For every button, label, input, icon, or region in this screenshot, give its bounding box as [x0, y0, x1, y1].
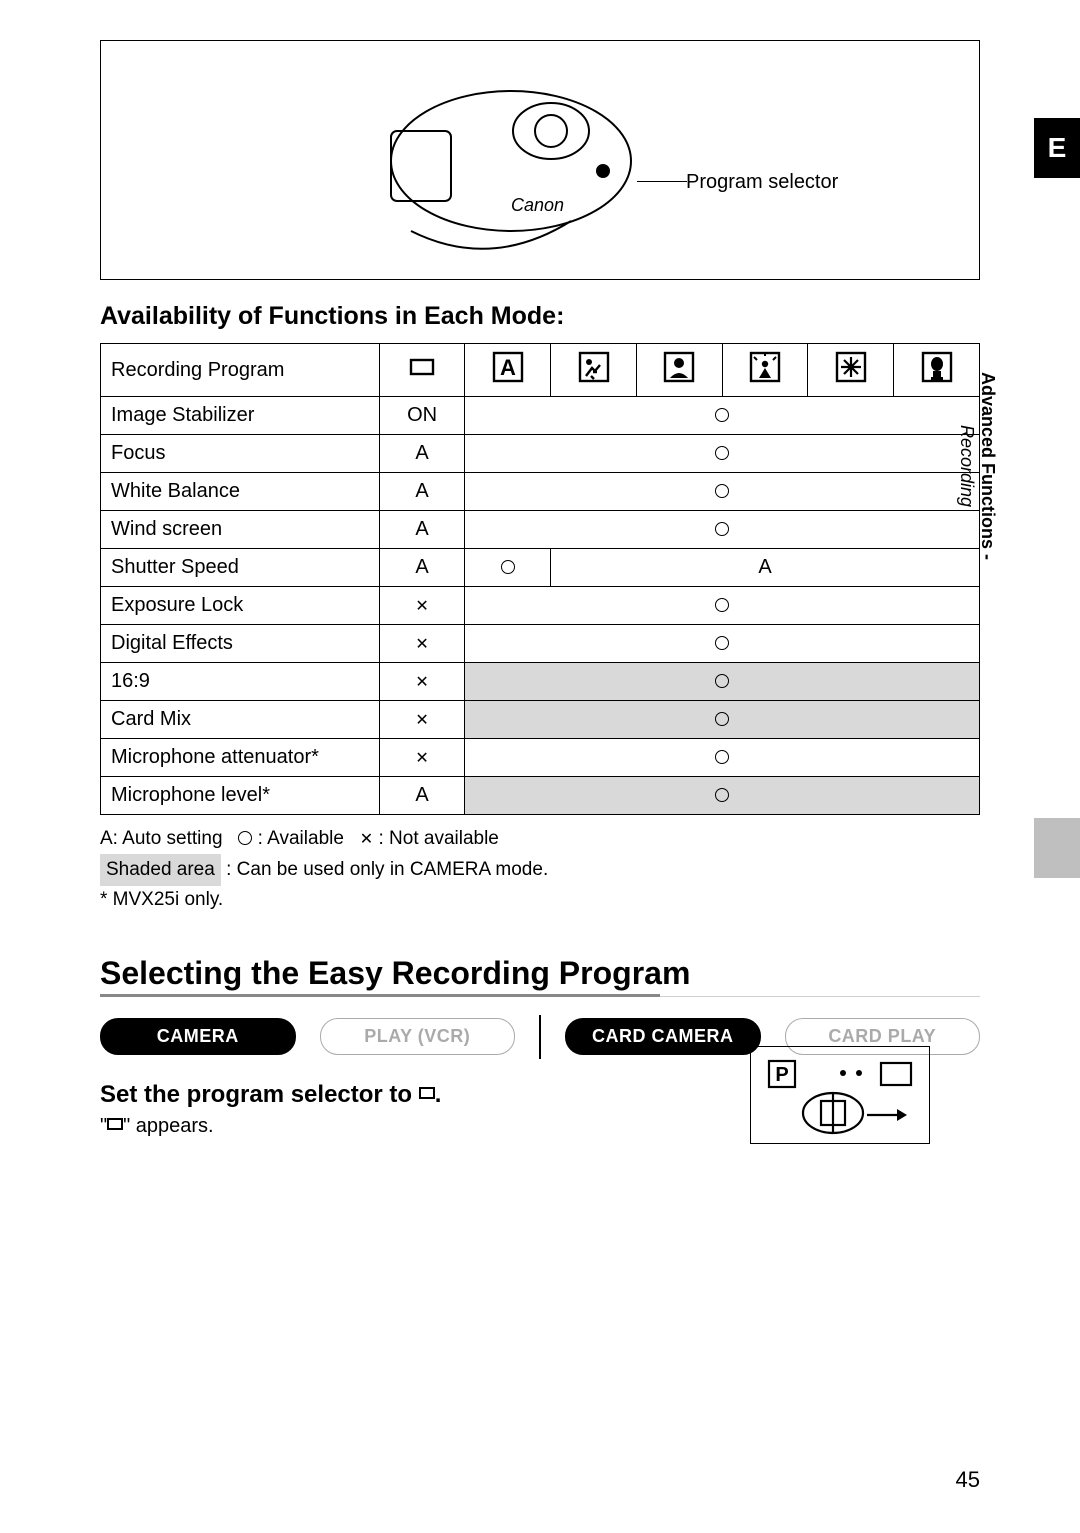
row-merged	[465, 397, 980, 435]
row-merged	[465, 663, 980, 701]
row-label: Microphone level*	[101, 777, 380, 815]
side-tabs: E	[1034, 118, 1080, 178]
mode-camera: CAMERA	[100, 1018, 296, 1055]
table-row: FocusA	[101, 435, 980, 473]
table-row: Image StabilizerON	[101, 397, 980, 435]
circle-icon	[238, 831, 252, 845]
row-col1: A	[379, 473, 465, 511]
legend-shaded-box: Shaded area	[100, 854, 221, 887]
section-title-easy-recording: Selecting the Easy Recording Program	[100, 955, 980, 997]
svg-text:P: P	[775, 1064, 788, 1086]
svg-text:A: A	[500, 355, 516, 380]
row-label: Focus	[101, 435, 380, 473]
legend-auto: A: Auto setting	[100, 828, 223, 849]
svg-text:Canon: Canon	[511, 195, 564, 215]
row-label: Microphone attenuator*	[101, 739, 380, 777]
row-col1: A	[379, 511, 465, 549]
table-row: Microphone level*A	[101, 777, 980, 815]
row-label: Image Stabilizer	[101, 397, 380, 435]
row-label: Wind screen	[101, 511, 380, 549]
legend-notavail: : Not available	[378, 828, 498, 849]
row-merged	[465, 777, 980, 815]
mode-separator	[539, 1015, 541, 1059]
section-side-label: Advanced Functions - Recording	[956, 372, 998, 560]
table-row: Microphone attenuator*	[101, 739, 980, 777]
camcorder-illustration: Canon	[351, 61, 641, 276]
row-merged	[465, 587, 980, 625]
row-col2	[465, 549, 551, 587]
row-merged	[465, 625, 980, 663]
function-availability-table: Recording Program A Image Stabi	[100, 343, 980, 815]
subheading-availability: Availability of Functions in Each Mode:	[100, 302, 980, 331]
tab-gray	[1034, 818, 1080, 878]
row-col1: A	[379, 777, 465, 815]
row-col1: A	[379, 549, 465, 587]
legend-available: : Available	[258, 828, 344, 849]
table-row: Digital Effects	[101, 625, 980, 663]
row-rest: A	[551, 549, 980, 587]
row-label: White Balance	[101, 473, 380, 511]
mode-card-camera: CARD CAMERA	[565, 1018, 761, 1055]
tab-letter: E	[1034, 118, 1080, 178]
mode-icon-sports	[551, 344, 637, 397]
callout-label: Program selector	[686, 171, 838, 194]
row-merged	[465, 701, 980, 739]
side-sub: Recording	[957, 425, 977, 507]
row-col1	[379, 701, 465, 739]
program-selector-drawing: P	[750, 1046, 930, 1144]
row-col1: A	[379, 435, 465, 473]
mode-icon-auto: A	[465, 344, 551, 397]
manual-page: E Advanced Functions - Recording Canon	[0, 0, 1080, 1533]
easy-mode-square-icon	[419, 1087, 435, 1099]
row-label: Digital Effects	[101, 625, 380, 663]
side-main: Advanced Functions	[978, 372, 998, 549]
legend-asterisk: * MVX25i only.	[100, 889, 223, 910]
row-label: Card Mix	[101, 701, 380, 739]
row-label: Exposure Lock	[101, 587, 380, 625]
callout-line	[637, 181, 687, 182]
table-row: Exposure Lock	[101, 587, 980, 625]
table-row: 16:9	[101, 663, 980, 701]
easy-mode-square-icon	[107, 1118, 123, 1130]
row-label: 16:9	[101, 663, 380, 701]
row-label: Shutter Speed	[101, 549, 380, 587]
row-col1	[379, 625, 465, 663]
table-row: Card Mix	[101, 701, 980, 739]
row-merged	[465, 511, 980, 549]
illustration-box: Canon Program selector	[100, 40, 980, 280]
row-merged	[465, 739, 980, 777]
table-legend: A: Auto setting : Available : Not availa…	[100, 825, 980, 915]
mode-icon-easy	[379, 344, 465, 397]
mode-play-vcr: PLAY (VCR)	[320, 1018, 516, 1055]
mode-icon-spotlight	[722, 344, 808, 397]
row-col1: ON	[379, 397, 465, 435]
mode-icon-sand-snow	[808, 344, 894, 397]
table-row: Shutter SpeedAA	[101, 549, 980, 587]
legend-shaded-text: : Can be used only in CAMERA mode.	[226, 859, 548, 880]
row-col1	[379, 587, 465, 625]
table-row: Wind screenA	[101, 511, 980, 549]
row-col1	[379, 663, 465, 701]
mode-icon-portrait	[636, 344, 722, 397]
row-col1	[379, 739, 465, 777]
row-merged	[465, 435, 980, 473]
row-merged	[465, 473, 980, 511]
table-header-label: Recording Program	[101, 344, 380, 397]
table-row: White BalanceA	[101, 473, 980, 511]
page-number: 45	[956, 1467, 980, 1493]
x-icon	[360, 828, 373, 849]
